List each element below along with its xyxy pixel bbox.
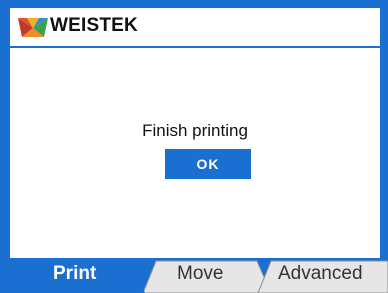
ok-button[interactable]: OK [165, 149, 251, 179]
weistek-logo-icon [18, 18, 48, 37]
tab-advanced-label: Advanced [278, 263, 363, 284]
tab-print-label: Print [53, 263, 97, 284]
tab-bar: Print Move Advanced [0, 258, 388, 293]
header-bar: WEISTEK [10, 8, 380, 46]
tab-move-label: Move [177, 263, 224, 284]
brand-name: WEISTEK [50, 15, 138, 36]
app-frame: WEISTEK Finish printing OK Print Move Ad… [0, 0, 388, 293]
dialog-message: Finish printing [142, 121, 248, 140]
content-panel: Finish printing OK [10, 48, 380, 260]
